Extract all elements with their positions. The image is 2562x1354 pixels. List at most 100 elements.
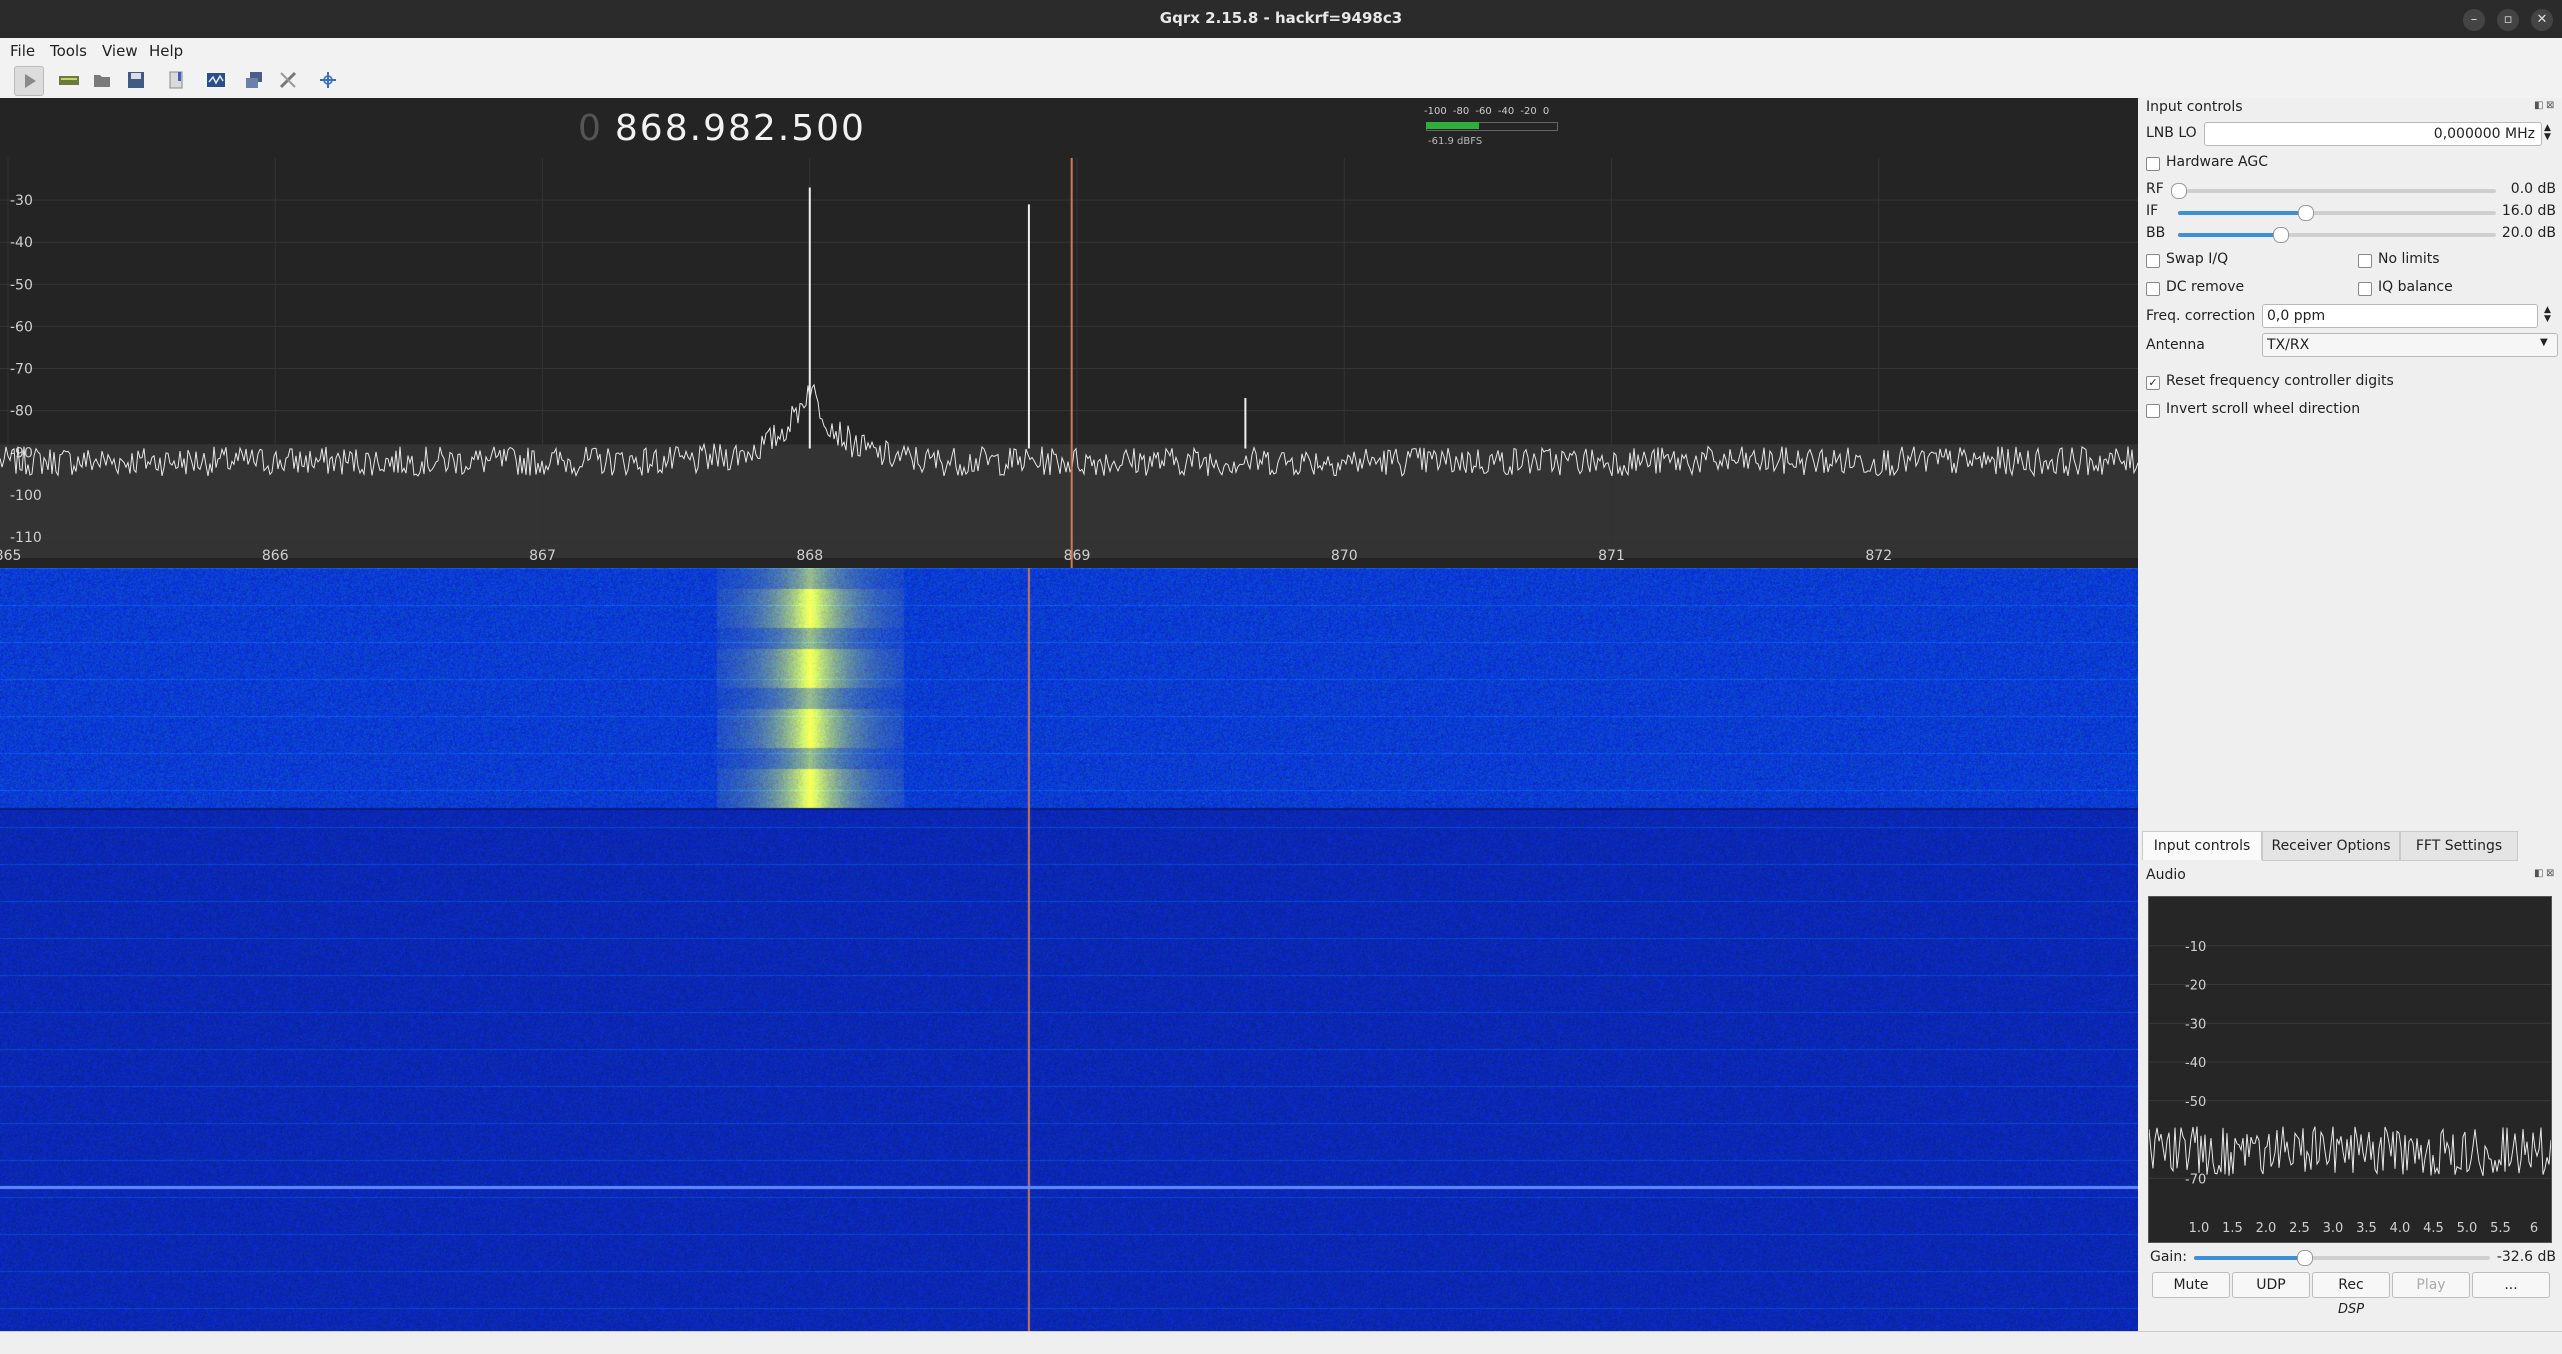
freq-correction-spinner-icon[interactable]: ▲ ▼ (2544, 306, 2551, 324)
play-button[interactable]: Play (2392, 1272, 2470, 1298)
udp-button[interactable]: UDP (2232, 1272, 2310, 1298)
y-tick-label: -80 (10, 404, 33, 420)
x-tick-label: 870 (1331, 548, 1358, 564)
audio-x-tick-label: 1.0 (2189, 1221, 2210, 1236)
dock-tabs: Input controls Receiver Options FFT Sett… (2142, 831, 2560, 861)
audio-close-icon[interactable]: ⊠ (2546, 868, 2554, 879)
no-limits-checkbox[interactable] (2358, 254, 2372, 268)
rf-label: RF (2146, 181, 2164, 197)
maximize-button[interactable]: ▫ (2497, 9, 2519, 31)
menu-tools[interactable]: Tools (50, 42, 87, 60)
signal-meter: -100 -80 -60 -40 -20 0 -61.9 dBFS (1420, 106, 1560, 152)
hardware-agc-checkbox[interactable] (2146, 157, 2160, 171)
invert-scroll-label: Invert scroll wheel direction (2166, 401, 2361, 417)
right-dock: Input controls ◧ ⊠ LNB LO 0,000000 MHz ▲… (2140, 98, 2562, 1331)
network-icon[interactable] (240, 66, 268, 94)
menu-file[interactable]: File (10, 42, 35, 60)
audio-gain-handle[interactable] (2296, 1250, 2313, 1266)
menu-bar: File Tools View Help (0, 38, 2562, 62)
antenna-label: Antenna (2146, 337, 2205, 353)
swap-iq-checkbox[interactable] (2146, 254, 2160, 268)
audio-x-tick-label: 6 (2530, 1221, 2538, 1236)
lnb-spinner-icon[interactable]: ▲ ▼ (2544, 124, 2551, 142)
no-limits-label: No limits (2378, 251, 2440, 267)
iq-balance-label: IQ balance (2378, 279, 2453, 295)
center-icon[interactable] (314, 66, 342, 94)
audio-x-tick-label: 2.5 (2289, 1221, 2310, 1236)
spectrum-chart[interactable]: -30 -40 -50 -60 -70 -80 -90 -100 -110 865 866 867 86… (0, 98, 2138, 568)
invert-scroll-checkbox[interactable] (2146, 404, 2160, 418)
dock-close-icon[interactable]: ⊠ (2546, 100, 2554, 111)
minimize-button[interactable]: – (2463, 9, 2485, 31)
bb-value: 20.0 dB (2501, 225, 2556, 241)
audio-gain-label: Gain: (2150, 1249, 2187, 1265)
antenna-select[interactable]: TX/RX (2262, 333, 2558, 357)
waterfall-display[interactable] (0, 568, 2138, 1331)
noise-floor-band (0, 444, 2138, 558)
rf-gain-slider[interactable] (2171, 183, 2496, 199)
save-icon[interactable] (122, 66, 150, 94)
dsp-icon[interactable] (202, 66, 230, 94)
x-tick-label: 867 (529, 548, 556, 564)
tab-fft-settings[interactable]: FFT Settings (2400, 831, 2518, 861)
x-tick-label: 866 (262, 548, 289, 564)
close-button[interactable]: ✕ (2531, 9, 2553, 31)
audio-gain-value: -32.6 dB (2496, 1249, 2556, 1265)
x-tick-label: 872 (1865, 548, 1892, 564)
lnb-lo-label: LNB LO (2146, 125, 2197, 141)
audio-gain-slider[interactable] (2194, 1250, 2490, 1266)
play-icon[interactable] (14, 66, 44, 96)
if-value: 16.0 dB (2501, 203, 2556, 219)
reset-digits-checkbox[interactable]: ✓ (2146, 376, 2160, 390)
freq-correction-label: Freq. correction (2146, 308, 2256, 324)
audio-y-tick-label: -40 (2185, 1056, 2206, 1071)
meter-level-bar (1426, 122, 1480, 129)
y-tick-label: -60 (10, 319, 33, 335)
hardware-icon[interactable] (54, 66, 82, 94)
if-slider-handle[interactable] (2298, 205, 2315, 221)
toolbar (0, 62, 2562, 99)
rf-slider-handle[interactable] (2171, 183, 2187, 199)
swap-iq-label: Swap I/Q (2166, 251, 2229, 267)
mute-button[interactable]: Mute (2152, 1272, 2230, 1298)
frequency-leading-digit[interactable]: 0 (578, 108, 603, 149)
rec-button[interactable]: Rec (2312, 1272, 2390, 1298)
x-tick-label: 871 (1598, 548, 1625, 564)
y-tick-label: -50 (10, 277, 33, 293)
y-tick-label: -100 (10, 488, 42, 504)
tab-receiver-options[interactable]: Receiver Options (2262, 831, 2400, 861)
bb-gain-slider[interactable] (2178, 227, 2496, 243)
title-bar: Gqrx 2.15.8 - hackrf=9498c3 – ▫ ✕ (0, 0, 2562, 38)
audio-float-icon[interactable]: ◧ (2534, 868, 2543, 879)
audio-y-tick-label: -30 (2185, 1017, 2206, 1032)
dock-float-icon[interactable]: ◧ (2534, 100, 2543, 111)
input-controls-title: Input controls (2146, 99, 2243, 115)
meter-scale: -100 -80 -60 -40 -20 0 (1424, 106, 1550, 117)
bookmark-icon[interactable] (162, 66, 190, 94)
iq-balance-checkbox[interactable] (2358, 282, 2372, 296)
bb-label: BB (2146, 225, 2166, 241)
tab-input-controls[interactable]: Input controls (2142, 831, 2262, 860)
menu-help[interactable]: Help (149, 42, 183, 60)
main-display: -30 -40 -50 -60 -70 -80 -90 -100 -110 865 866 867 86… (0, 98, 2138, 1331)
dsp-label: DSP (2337, 1302, 2365, 1317)
frequency-value[interactable]: 868.982.500 (615, 108, 866, 149)
menu-view[interactable]: View (102, 42, 138, 60)
y-tick-label: -30 (10, 193, 33, 209)
audio-fft-plot[interactable]: -10 -20 -30 -40 -50 -70 1.0 1.5 2.0 2.5 3.0 3.5 4.0 4… (2148, 896, 2552, 1243)
freq-correction-input[interactable]: 0,0 ppm (2262, 304, 2538, 328)
bb-slider-handle[interactable] (2272, 227, 2289, 243)
audio-y-tick-label: -20 (2185, 979, 2206, 994)
audio-x-tick-label: 5.5 (2490, 1221, 2511, 1236)
audio-options-button[interactable]: ... (2472, 1272, 2550, 1298)
lnb-lo-input[interactable]: 0,000000 MHz (2204, 122, 2542, 146)
settings-icon[interactable] (274, 66, 302, 94)
chevron-down-icon[interactable]: ▼ (2540, 337, 2548, 348)
frequency-display[interactable]: 0 868.982.500 (578, 108, 866, 149)
if-gain-slider[interactable] (2178, 205, 2496, 221)
reset-digits-label: Reset frequency controller digits (2166, 373, 2394, 389)
spectrum-plotter[interactable]: -30 -40 -50 -60 -70 -80 -90 -100 -110 865 866 867 86… (0, 98, 2138, 568)
dc-remove-checkbox[interactable] (2146, 282, 2160, 296)
audio-title: Audio (2146, 867, 2186, 883)
open-icon[interactable] (88, 66, 116, 94)
